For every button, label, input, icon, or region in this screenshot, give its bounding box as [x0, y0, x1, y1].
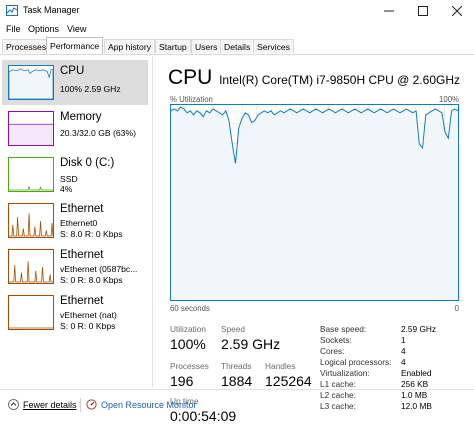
- tab-users[interactable]: Users: [191, 39, 222, 53]
- sidebar-item-memory[interactable]: Memory 20.3/32.0 GB (63%): [2, 106, 148, 151]
- title-bar: Task Manager: [0, 0, 474, 22]
- fewer-details-button[interactable]: Fewer details: [8, 399, 77, 410]
- l1-cache-value: 256 KB: [401, 379, 429, 389]
- threads-label: Threads: [221, 361, 252, 371]
- open-resource-monitor-label: Open Resource Monitor: [101, 399, 197, 410]
- sidebar-ethernet0-rate: S: 8.0 R: 0 Kbps: [60, 229, 123, 239]
- disk-thumbnail-graph: [8, 157, 54, 192]
- logical-processors-label: Logical processors:: [320, 357, 392, 367]
- sockets-value: 1: [401, 335, 406, 345]
- footer-bar: Fewer details Open Resource Monitor: [0, 389, 474, 421]
- sidebar-vethernet-nat-adapter: vEthernet (nat): [60, 310, 117, 320]
- sidebar-label-disk: Disk 0 (C:): [60, 157, 115, 169]
- sidebar-label-memory: Memory: [60, 111, 102, 123]
- menu-options[interactable]: Options: [28, 24, 59, 34]
- sidebar-vethernet-0587-adapter: vEthernet (0587bc...: [60, 264, 138, 274]
- close-icon: [452, 6, 462, 16]
- tab-performance[interactable]: Performance: [46, 37, 104, 54]
- menu-file[interactable]: File: [6, 24, 21, 34]
- close-button[interactable]: [440, 0, 474, 22]
- minimize-icon: [384, 10, 394, 12]
- maximize-icon: [418, 6, 428, 16]
- sidebar-item-vethernet-0587[interactable]: Ethernet vEthernet (0587bc... S: 0 R: 8.…: [2, 244, 148, 289]
- sidebar-item-disk[interactable]: Disk 0 (C:) SSD 4%: [2, 152, 148, 197]
- utilization-label: Utilization: [170, 324, 206, 334]
- sidebar-label-cpu: CPU: [60, 65, 85, 77]
- threads-value: 1884: [221, 373, 253, 389]
- graph-max-label: 100%: [439, 95, 459, 104]
- tab-details[interactable]: Details: [220, 39, 255, 53]
- vethernet-0587-thumbnail-graph: [8, 249, 54, 284]
- utilization-area: [171, 106, 458, 301]
- chevron-up-icon: [8, 399, 19, 410]
- sidebar-label-vethernet-nat: Ethernet: [60, 295, 104, 307]
- processes-value: 196: [170, 373, 194, 389]
- tab-processes[interactable]: Processes: [2, 39, 51, 53]
- handles-label: Handles: [265, 361, 296, 371]
- sidebar-item-cpu[interactable]: CPU 100% 2.59 GHz: [2, 60, 148, 105]
- sidebar-item-ethernet0[interactable]: Ethernet Ethernet0 S: 8.0 R: 0 Kbps: [2, 198, 148, 243]
- resource-sidebar: CPU 100% 2.59 GHz Memory 20.3/32.0 GB (6…: [0, 56, 153, 387]
- sidebar-label-vethernet-0587: Ethernet: [60, 249, 104, 261]
- handles-value: 125264: [265, 373, 312, 389]
- tab-startup[interactable]: Startup: [155, 39, 191, 53]
- virtualization-value: Enabled: [401, 368, 432, 378]
- resource-monitor-icon: [86, 399, 97, 410]
- graph-min-label: 0: [454, 304, 459, 313]
- sidebar-label-ethernet0: Ethernet: [60, 203, 104, 215]
- cpu-model-name: Intel(R) Core(TM) i7-9850H CPU @ 2.60GHz: [219, 73, 460, 87]
- cores-label: Cores:: [320, 346, 345, 356]
- vethernet-nat-thumbnail-graph: [8, 295, 54, 330]
- sidebar-vethernet-nat-rate: S: 0 R: 0 Kbps: [60, 321, 116, 331]
- sidebar-vethernet-0587-rate: S: 0 R: 8.0 Kbps: [60, 275, 123, 285]
- l1-cache-label: L1 cache:: [320, 379, 356, 389]
- tab-bar: Processes Performance App history Startu…: [0, 37, 474, 55]
- footer-divider: [80, 398, 81, 412]
- logical-processors-value: 4: [401, 357, 406, 367]
- graph-y-label: % Utilization: [170, 95, 213, 104]
- tab-app-history[interactable]: App history: [104, 39, 155, 53]
- sidebar-disk-type: SSD: [60, 174, 78, 184]
- base-speed-label: Base speed:: [320, 324, 367, 334]
- cores-value: 4: [401, 346, 406, 356]
- maximize-button[interactable]: [406, 0, 440, 22]
- sidebar-item-vethernet-nat[interactable]: Ethernet vEthernet (nat) S: 0 R: 0 Kbps: [2, 290, 148, 335]
- menu-bar: File Options View: [0, 22, 474, 37]
- utilization-value: 100%: [170, 336, 206, 352]
- processes-label: Processes: [170, 361, 209, 371]
- window-title: Task Manager: [23, 5, 80, 15]
- sidebar-disk-usage: 4%: [60, 184, 73, 194]
- cpu-detail-panel: CPU Intel(R) Core(TM) i7-9850H CPU @ 2.6…: [160, 56, 470, 424]
- minimize-button[interactable]: [372, 0, 406, 22]
- menu-view[interactable]: View: [67, 24, 86, 34]
- task-manager-icon: [6, 5, 18, 16]
- virtualization-label: Virtualization:: [320, 368, 370, 378]
- tab-services[interactable]: Services: [253, 39, 294, 53]
- page-title: CPU: [168, 66, 213, 89]
- sockets-label: Sockets:: [320, 335, 352, 345]
- sidebar-memory-usage: 20.3/32.0 GB (63%): [60, 128, 136, 138]
- sidebar-ethernet0-adapter: Ethernet0: [60, 218, 98, 228]
- speed-label: Speed: [221, 324, 245, 334]
- sidebar-cpu-usage: 100% 2.59 GHz: [60, 84, 121, 94]
- base-speed-value: 2.59 GHz: [401, 324, 437, 334]
- speed-value: 2.59 GHz: [221, 336, 281, 352]
- ethernet0-thumbnail-graph: [8, 203, 54, 238]
- memory-thumbnail-graph: [8, 111, 54, 146]
- cpu-utilization-graph: [170, 104, 459, 301]
- cpu-thumbnail-graph: [8, 65, 54, 100]
- fewer-details-label: Fewer details: [23, 399, 77, 410]
- open-resource-monitor-link[interactable]: Open Resource Monitor: [86, 399, 197, 410]
- graph-time-label: 60 seconds: [170, 304, 210, 313]
